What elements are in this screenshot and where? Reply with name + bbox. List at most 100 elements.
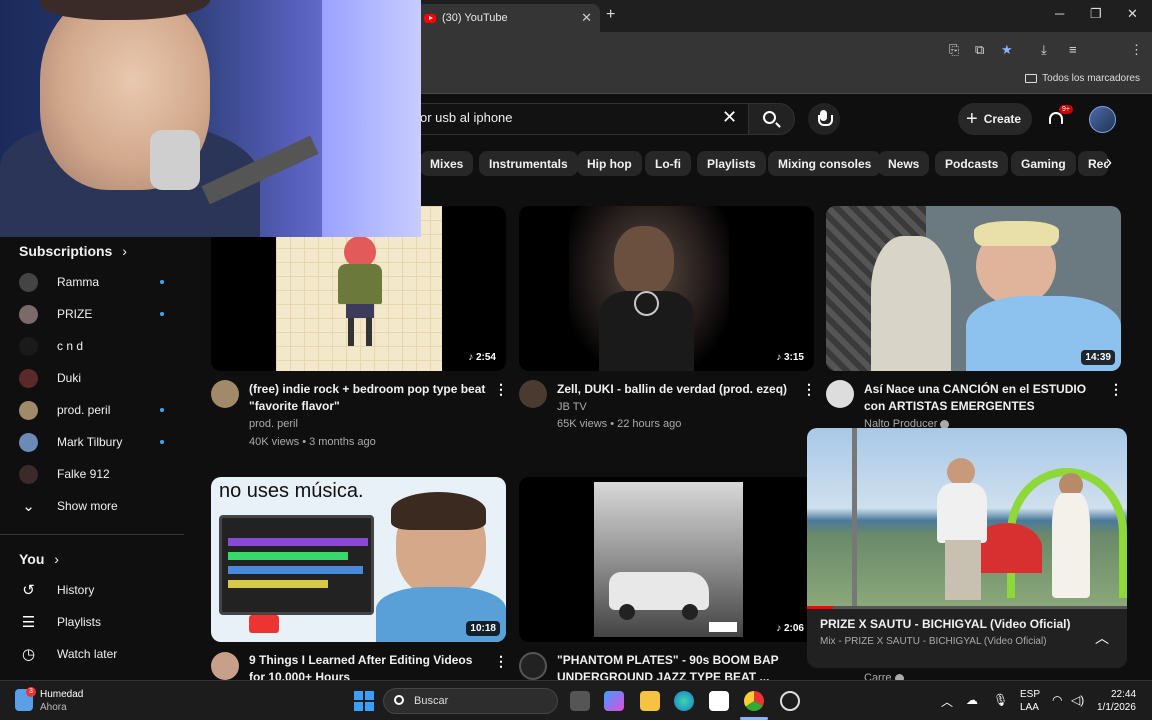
more-options-icon[interactable]: ⋮ (1109, 381, 1123, 398)
channel-avatar (19, 464, 38, 484)
browser-menu-icon[interactable]: ⋮ (1130, 42, 1143, 58)
duration-badge: ♪ 3:15 (772, 350, 808, 365)
taskbar: 3 Humedad Ahora Buscar ︿ ☁ 🎙 ESP LAA ◠ ◁… (0, 680, 1152, 720)
store-icon[interactable] (709, 691, 729, 711)
wifi-icon[interactable]: ◠ (1052, 693, 1062, 707)
edge-icon[interactable] (674, 691, 694, 711)
new-content-dot (160, 440, 164, 444)
new-content-dot (160, 312, 164, 316)
media-icon[interactable]: ≡ (1069, 42, 1077, 57)
sidebar-item-mark-tilbury[interactable]: Mark Tilbury (19, 430, 164, 454)
cast-icon[interactable]: ⧉ (975, 42, 984, 58)
copilot-icon[interactable] (604, 691, 624, 711)
language-secondary[interactable]: LAA (1020, 702, 1039, 713)
microphone-icon[interactable]: 🎙 (993, 693, 1008, 707)
avatar[interactable] (826, 380, 854, 408)
notifications-bell-icon[interactable]: 9+ (1048, 105, 1073, 127)
you-heading[interactable]: You › (19, 551, 59, 567)
avatar[interactable] (519, 652, 547, 680)
clear-search-icon[interactable]: ✕ (722, 107, 737, 128)
avatar[interactable] (211, 380, 239, 408)
clock-date[interactable]: 1/1/2026 (1097, 702, 1136, 713)
sidebar-item-cnd[interactable]: c n d (19, 334, 164, 358)
chip-mixing-consoles[interactable]: Mixing consoles (768, 151, 882, 176)
language-primary[interactable]: ESP (1020, 689, 1040, 700)
video-thumbnail[interactable]: 14:39 (826, 206, 1121, 371)
avatar[interactable] (211, 652, 239, 680)
sidebar-item-falke-912[interactable]: Falke 912 (19, 462, 164, 486)
sidebar-item-playlists[interactable]: ☰ Playlists (19, 610, 164, 634)
tab-youtube[interactable]: (30) YouTube ✕ (416, 4, 600, 32)
duration-badge: 10:18 (466, 621, 500, 636)
chevron-right-icon: › (122, 243, 127, 259)
video-title[interactable]: Así Nace una CANCIÓN en el ESTUDIO con AR… (864, 381, 1086, 415)
video-title[interactable]: (free) indie rock + bedroom pop type bea… (249, 381, 485, 415)
minimize-icon[interactable]: ─ (1055, 6, 1064, 21)
video-thumbnail[interactable]: ♪ 3:15 (519, 206, 814, 371)
chip-mixes[interactable]: Mixes (420, 151, 474, 176)
progress-track[interactable] (807, 606, 1127, 609)
chip-playlists[interactable]: Playlists (697, 151, 766, 176)
video-thumbnail[interactable]: no uses música. 10:18 (211, 477, 506, 642)
chip-hip-hop[interactable]: Hip hop (577, 151, 642, 176)
taskbar-search[interactable]: Buscar (383, 688, 558, 714)
more-options-icon[interactable]: ⋮ (494, 381, 508, 398)
sidebar-item-prize[interactable]: PRIZE (19, 302, 164, 326)
progress-fill (807, 606, 833, 609)
task-view-icon[interactable] (570, 691, 590, 711)
avatar[interactable] (1089, 106, 1116, 133)
channel-name[interactable]: JB TV (557, 399, 587, 416)
more-options-icon[interactable]: ⋮ (494, 653, 508, 670)
channel-avatar (19, 400, 38, 420)
video-title[interactable]: Zell, DUKI - ballin de verdad (prod. eze… (557, 381, 787, 398)
search-input[interactable]: or usb al iphone (420, 110, 513, 125)
show-more-label: Show more (57, 499, 118, 513)
duration-badge: ♪ 2:54 (464, 350, 500, 365)
chip-podcasts[interactable]: Podcasts (935, 151, 1009, 176)
miniplayer[interactable]: PRIZE X SAUTU - BICHIGYAL (Video Oficial… (807, 428, 1127, 668)
bookmark-star-icon[interactable]: ★ (1001, 42, 1013, 58)
channel-name[interactable]: prod. peril (249, 416, 298, 433)
all-bookmarks-button[interactable]: Todos los marcadores (1025, 73, 1140, 84)
video-thumbnail[interactable]: ♪ 2:06 (519, 477, 814, 642)
show-more-button[interactable]: ⌄ Show more (19, 494, 164, 518)
create-button[interactable]: + Create (958, 103, 1032, 135)
sidebar-item-watch-later[interactable]: ◷ Watch later (19, 642, 164, 666)
app-icon[interactable] (780, 691, 800, 711)
onedrive-icon[interactable]: ☁ (966, 693, 978, 707)
sidebar-divider (0, 534, 184, 535)
sidebar-item-ramma[interactable]: Ramma (19, 270, 164, 294)
subscriptions-heading[interactable]: Subscriptions › (19, 243, 127, 259)
sidebar-item-duki[interactable]: Duki (19, 366, 164, 390)
sidebar-item-prod-peril[interactable]: prod. peril (19, 398, 164, 422)
translate-icon[interactable]: ⎘ (949, 42, 959, 58)
miniplayer-video[interactable] (807, 428, 1127, 606)
file-explorer-icon[interactable] (640, 691, 660, 711)
chip-rec[interactable]: Rec (1078, 151, 1108, 176)
volume-icon[interactable]: ◁) (1071, 693, 1084, 707)
new-tab-icon[interactable]: + (606, 6, 615, 24)
chrome-icon[interactable] (744, 691, 764, 711)
chip-lo-fi[interactable]: Lo-fi (645, 151, 691, 176)
video-meta: 65K views • 22 hours ago (557, 418, 682, 430)
more-options-icon[interactable]: ⋮ (802, 381, 816, 398)
avatar[interactable] (519, 380, 547, 408)
clock-time[interactable]: 22:44 (1111, 689, 1136, 700)
tab-title: (30) YouTube (442, 12, 508, 24)
chip-news[interactable]: News (878, 151, 930, 176)
sidebar-item-history[interactable]: ↺ History (19, 578, 164, 602)
history-icon: ↺ (22, 582, 35, 599)
restore-icon[interactable]: ❐ (1090, 6, 1102, 22)
chip-instrumentals[interactable]: Instrumentals (479, 151, 578, 176)
close-window-icon[interactable]: ✕ (1127, 6, 1138, 22)
windows-start-icon[interactable] (354, 691, 374, 711)
expand-chevron-up-icon[interactable]: ︿ (1095, 628, 1109, 648)
voice-search-icon[interactable] (808, 103, 840, 135)
webcam-overlay (0, 0, 421, 237)
close-tab-icon[interactable]: ✕ (581, 10, 592, 26)
search-button[interactable] (748, 103, 795, 135)
chevron-right-icon[interactable]: › (1106, 152, 1112, 173)
chevron-up-icon[interactable]: ︿ (941, 693, 953, 710)
chip-gaming[interactable]: Gaming (1011, 151, 1076, 176)
download-icon[interactable]: ⤓ (1041, 42, 1047, 58)
